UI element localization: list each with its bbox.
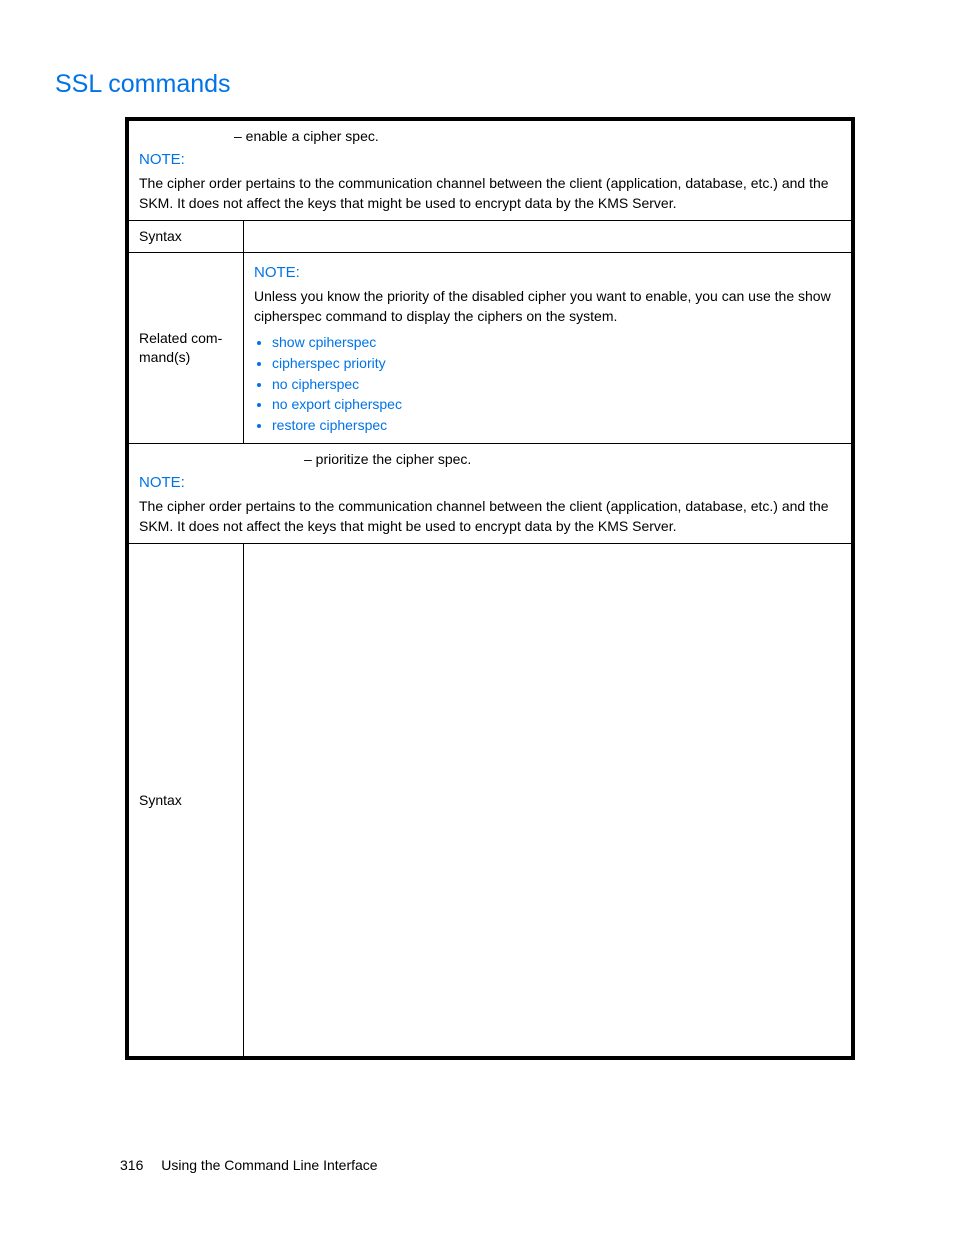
page-footer: 316 Using the Command Line Interface bbox=[120, 1157, 378, 1173]
command-desc: – enable a cipher spec. bbox=[139, 127, 841, 146]
list-item: show cpiherspec bbox=[272, 333, 841, 352]
footer-title: Using the Command Line Interface bbox=[161, 1157, 377, 1173]
note-title: NOTE: bbox=[254, 263, 841, 283]
note-title: NOTE: bbox=[139, 150, 841, 170]
table-row: Syntax bbox=[129, 544, 852, 1057]
row-label: Related com­mand(s) bbox=[129, 252, 244, 443]
row-label: Syntax bbox=[129, 544, 244, 1057]
command-note-cell: – enable a cipher spec. NOTE: The cipher… bbox=[129, 121, 852, 221]
syntax-cell bbox=[244, 220, 852, 252]
row-label: Syntax bbox=[129, 220, 244, 252]
table-row: Related com­mand(s) NOTE: Unless you kno… bbox=[129, 252, 852, 443]
table-row: Syntax bbox=[129, 220, 852, 252]
page-number: 316 bbox=[120, 1157, 143, 1173]
list-item: no export cipherspec bbox=[272, 395, 841, 414]
note-body: Unless you know the priority of the disa… bbox=[254, 287, 841, 327]
list-item: cipherspec priority bbox=[272, 354, 841, 373]
command-desc: – prioritize the cipher spec. bbox=[139, 450, 841, 469]
section-heading: SSL commands bbox=[55, 70, 899, 99]
command-note-cell: – prioritize the cipher spec. NOTE: The … bbox=[129, 444, 852, 544]
note-body: The cipher order pertains to the communi… bbox=[139, 497, 841, 537]
table-row: – prioritize the cipher spec. NOTE: The … bbox=[129, 444, 852, 544]
related-commands-cell: NOTE: Unless you know the priority of th… bbox=[244, 252, 852, 443]
note-title: NOTE: bbox=[139, 473, 841, 493]
table-row: – enable a cipher spec. NOTE: The cipher… bbox=[129, 121, 852, 221]
document-page: SSL commands – enable a cipher spec. NOT… bbox=[0, 0, 954, 1235]
syntax-cell bbox=[244, 544, 852, 1057]
related-commands-list: show cpiherspec cipherspec priority no c… bbox=[254, 333, 841, 435]
list-item: no cipherspec bbox=[272, 375, 841, 394]
command-table: – enable a cipher spec. NOTE: The cipher… bbox=[125, 117, 855, 1060]
note-body: The cipher order pertains to the communi… bbox=[139, 174, 841, 214]
list-item: restore cipherspec bbox=[272, 416, 841, 435]
